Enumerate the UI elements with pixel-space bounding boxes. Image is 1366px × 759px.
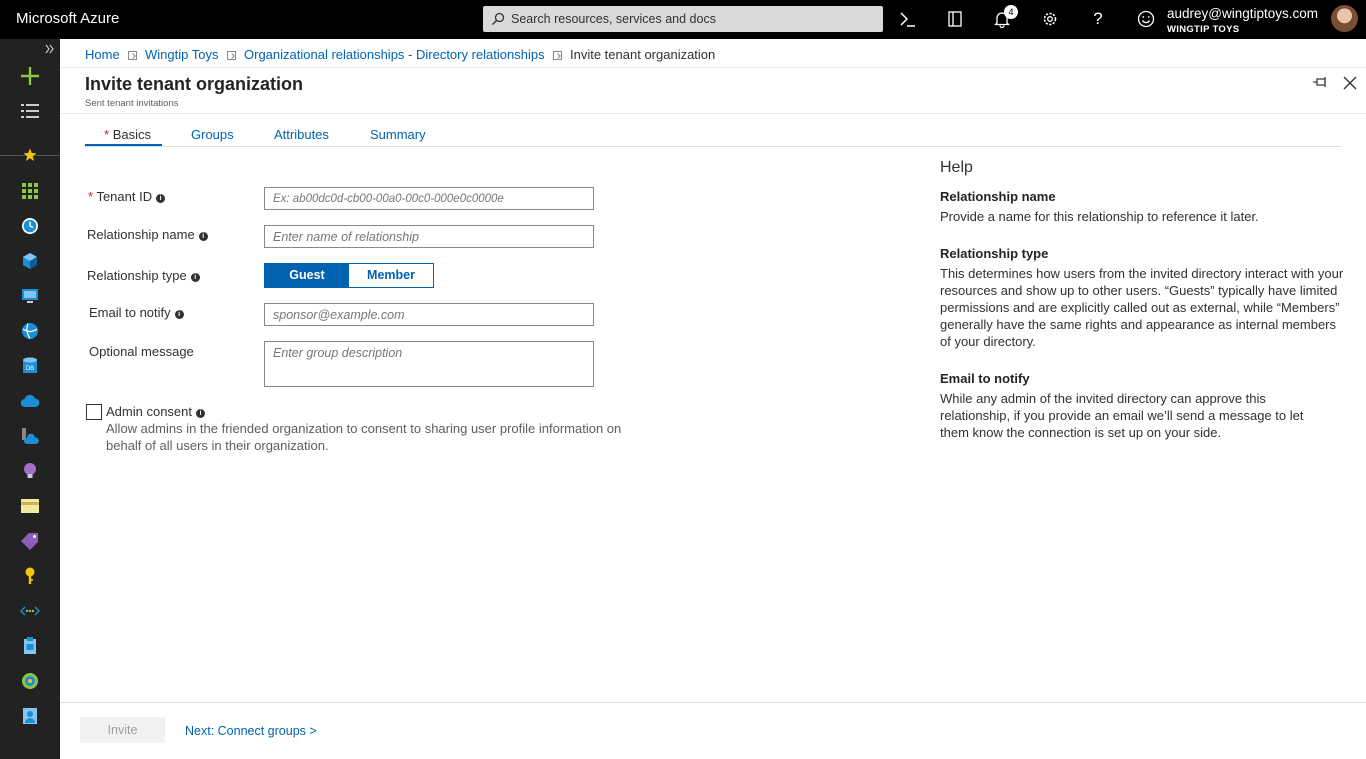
recent-clock-icon[interactable] (20, 216, 40, 236)
relationship-name-input[interactable]: Enter name of relationship (264, 225, 594, 248)
virtual-network-icon[interactable] (20, 601, 40, 621)
dashboard-grid-icon[interactable] (20, 181, 40, 201)
relationship-type-label: Relationship type i (87, 268, 200, 283)
tab-basics[interactable]: * Basics (104, 127, 151, 142)
label-text: Tenant ID (96, 189, 153, 204)
info-icon[interactable]: i (196, 409, 205, 418)
info-icon[interactable]: i (156, 194, 166, 203)
tenant-id-label: * Tenant ID i (88, 189, 166, 204)
feedback-smiley-icon[interactable] (1136, 9, 1156, 29)
relationship-name-label: Relationship name i (87, 227, 208, 242)
guest-option[interactable]: Guest (265, 264, 349, 287)
expand-chevron-icon[interactable] (43, 42, 57, 56)
help-heading-relationship-name: Relationship name (940, 189, 1056, 204)
breadcrumb-separator-icon (227, 51, 236, 60)
footer-divider (60, 702, 1366, 703)
breadcrumb-divider (60, 67, 1366, 68)
info-icon[interactable]: i (174, 310, 184, 319)
label-text: Relationship name (87, 227, 195, 242)
relationship-name-placeholder: Enter name of relationship (273, 230, 419, 244)
message-placeholder: Enter group description (273, 346, 403, 360)
svg-text:DB: DB (26, 366, 34, 372)
tab-summary[interactable]: Summary (370, 127, 426, 142)
info-icon[interactable]: i (198, 232, 208, 241)
help-body-email: While any admin of the invited directory… (940, 391, 1304, 440)
all-services-list-icon[interactable] (20, 101, 40, 121)
required-marker: * (104, 127, 110, 142)
sql-database-icon[interactable]: DB (20, 356, 40, 376)
tenant-id-input[interactable]: Ex: ab00dc0d-cb00-00a0-00c0-000e0c0000e (264, 187, 594, 210)
tab-attributes[interactable]: Attributes (274, 127, 329, 142)
tag-icon[interactable] (20, 531, 40, 551)
close-icon[interactable] (1343, 76, 1357, 90)
optional-message-label: Optional message (89, 344, 194, 359)
info-icon[interactable]: i (190, 273, 200, 282)
invite-button[interactable]: Invite (80, 717, 165, 743)
help-body-relationship-name: Provide a name for this relationship to … (940, 209, 1259, 224)
tab-groups[interactable]: Groups (191, 127, 234, 142)
settings-gear-icon[interactable] (1040, 9, 1060, 29)
help-title: Help (940, 159, 973, 176)
breadcrumb-separator-icon (128, 51, 137, 60)
member-option[interactable]: Member (349, 264, 433, 287)
breadcrumb-separator-icon (553, 51, 562, 60)
label-text: Relationship type (87, 268, 187, 283)
help-icon[interactable]: ? (1088, 9, 1108, 29)
search-icon (492, 12, 505, 25)
search-input[interactable]: Search resources, services and docs (511, 12, 716, 26)
help-heading-email: Email to notify (940, 371, 1030, 386)
label-text: Email to notify (89, 305, 171, 320)
left-nav: DB (0, 39, 60, 759)
admin-consent-checkbox[interactable] (86, 404, 102, 420)
email-placeholder: sponsor@example.com (273, 308, 405, 322)
page-subtitle: Sent tenant invitations (85, 98, 179, 109)
email-input[interactable]: sponsor@example.com (264, 303, 594, 326)
advisor-lightbulb-icon[interactable] (20, 461, 40, 481)
breadcrumb-wingtip-toys[interactable]: Wingtip Toys (145, 47, 218, 62)
top-bar: Microsoft Azure Search resources, servic… (0, 0, 1366, 39)
app-registration-icon[interactable] (20, 636, 40, 656)
cost-management-card-icon[interactable] (20, 496, 40, 516)
page-title: Invite tenant organization (85, 74, 304, 94)
create-resource-plus-icon[interactable] (20, 66, 40, 86)
breadcrumb-org-relationships[interactable]: Organizational relationships - Directory… (244, 47, 545, 62)
relationship-type-toggle: Guest Member (264, 263, 434, 288)
header-divider (60, 113, 1366, 114)
search-box[interactable]: Search resources, services and docs (483, 6, 883, 32)
cloud-services-icon[interactable] (20, 391, 40, 411)
breadcrumb-home[interactable]: Home (85, 47, 120, 62)
required-marker: * (88, 189, 94, 204)
tab-bar: * Basics Groups Attributes Summary (85, 127, 1341, 147)
directory-filter-icon[interactable] (945, 9, 965, 29)
admin-consent-label: Admin consent i (106, 404, 205, 419)
resource-groups-cube-icon[interactable] (20, 251, 40, 271)
help-heading-relationship-type: Relationship type (940, 246, 1049, 261)
tenant-id-placeholder: Ex: ab00dc0d-cb00-00a0-00c0-000e0c0000e (273, 193, 504, 205)
breadcrumb-current: Invite tenant organization (570, 47, 716, 62)
key-vault-key-icon[interactable] (20, 566, 40, 586)
next-connect-groups-link[interactable]: Next: Connect groups > (185, 724, 317, 738)
favorites-star-icon[interactable] (20, 145, 40, 165)
brand-title[interactable]: Microsoft Azure (16, 10, 119, 27)
tab-label: Basics (112, 127, 151, 142)
pin-icon[interactable] (1313, 76, 1329, 90)
avatar[interactable] (1331, 5, 1358, 32)
optional-message-textarea[interactable]: Enter group description (264, 341, 594, 387)
virtual-machine-icon[interactable] (20, 286, 40, 306)
monitor-globe-icon[interactable] (20, 671, 40, 691)
tabs-divider (85, 146, 1341, 147)
notification-badge: 4 (1004, 5, 1018, 19)
cloud-shell-icon[interactable] (897, 9, 917, 29)
storage-cloud-icon[interactable] (20, 426, 40, 446)
user-identity-icon[interactable] (20, 706, 40, 726)
help-body-relationship-type: This determines how users from the invit… (940, 266, 1344, 349)
email-label: Email to notify i (89, 305, 184, 320)
app-services-globe-icon[interactable] (20, 321, 40, 341)
label-text: Admin consent (106, 404, 192, 419)
admin-consent-description: Allow admins in the friended organizatio… (106, 421, 622, 453)
user-email[interactable]: audrey@wingtiptoys.com (1167, 6, 1318, 21)
user-org: WINGTIP TOYS (1167, 24, 1240, 35)
